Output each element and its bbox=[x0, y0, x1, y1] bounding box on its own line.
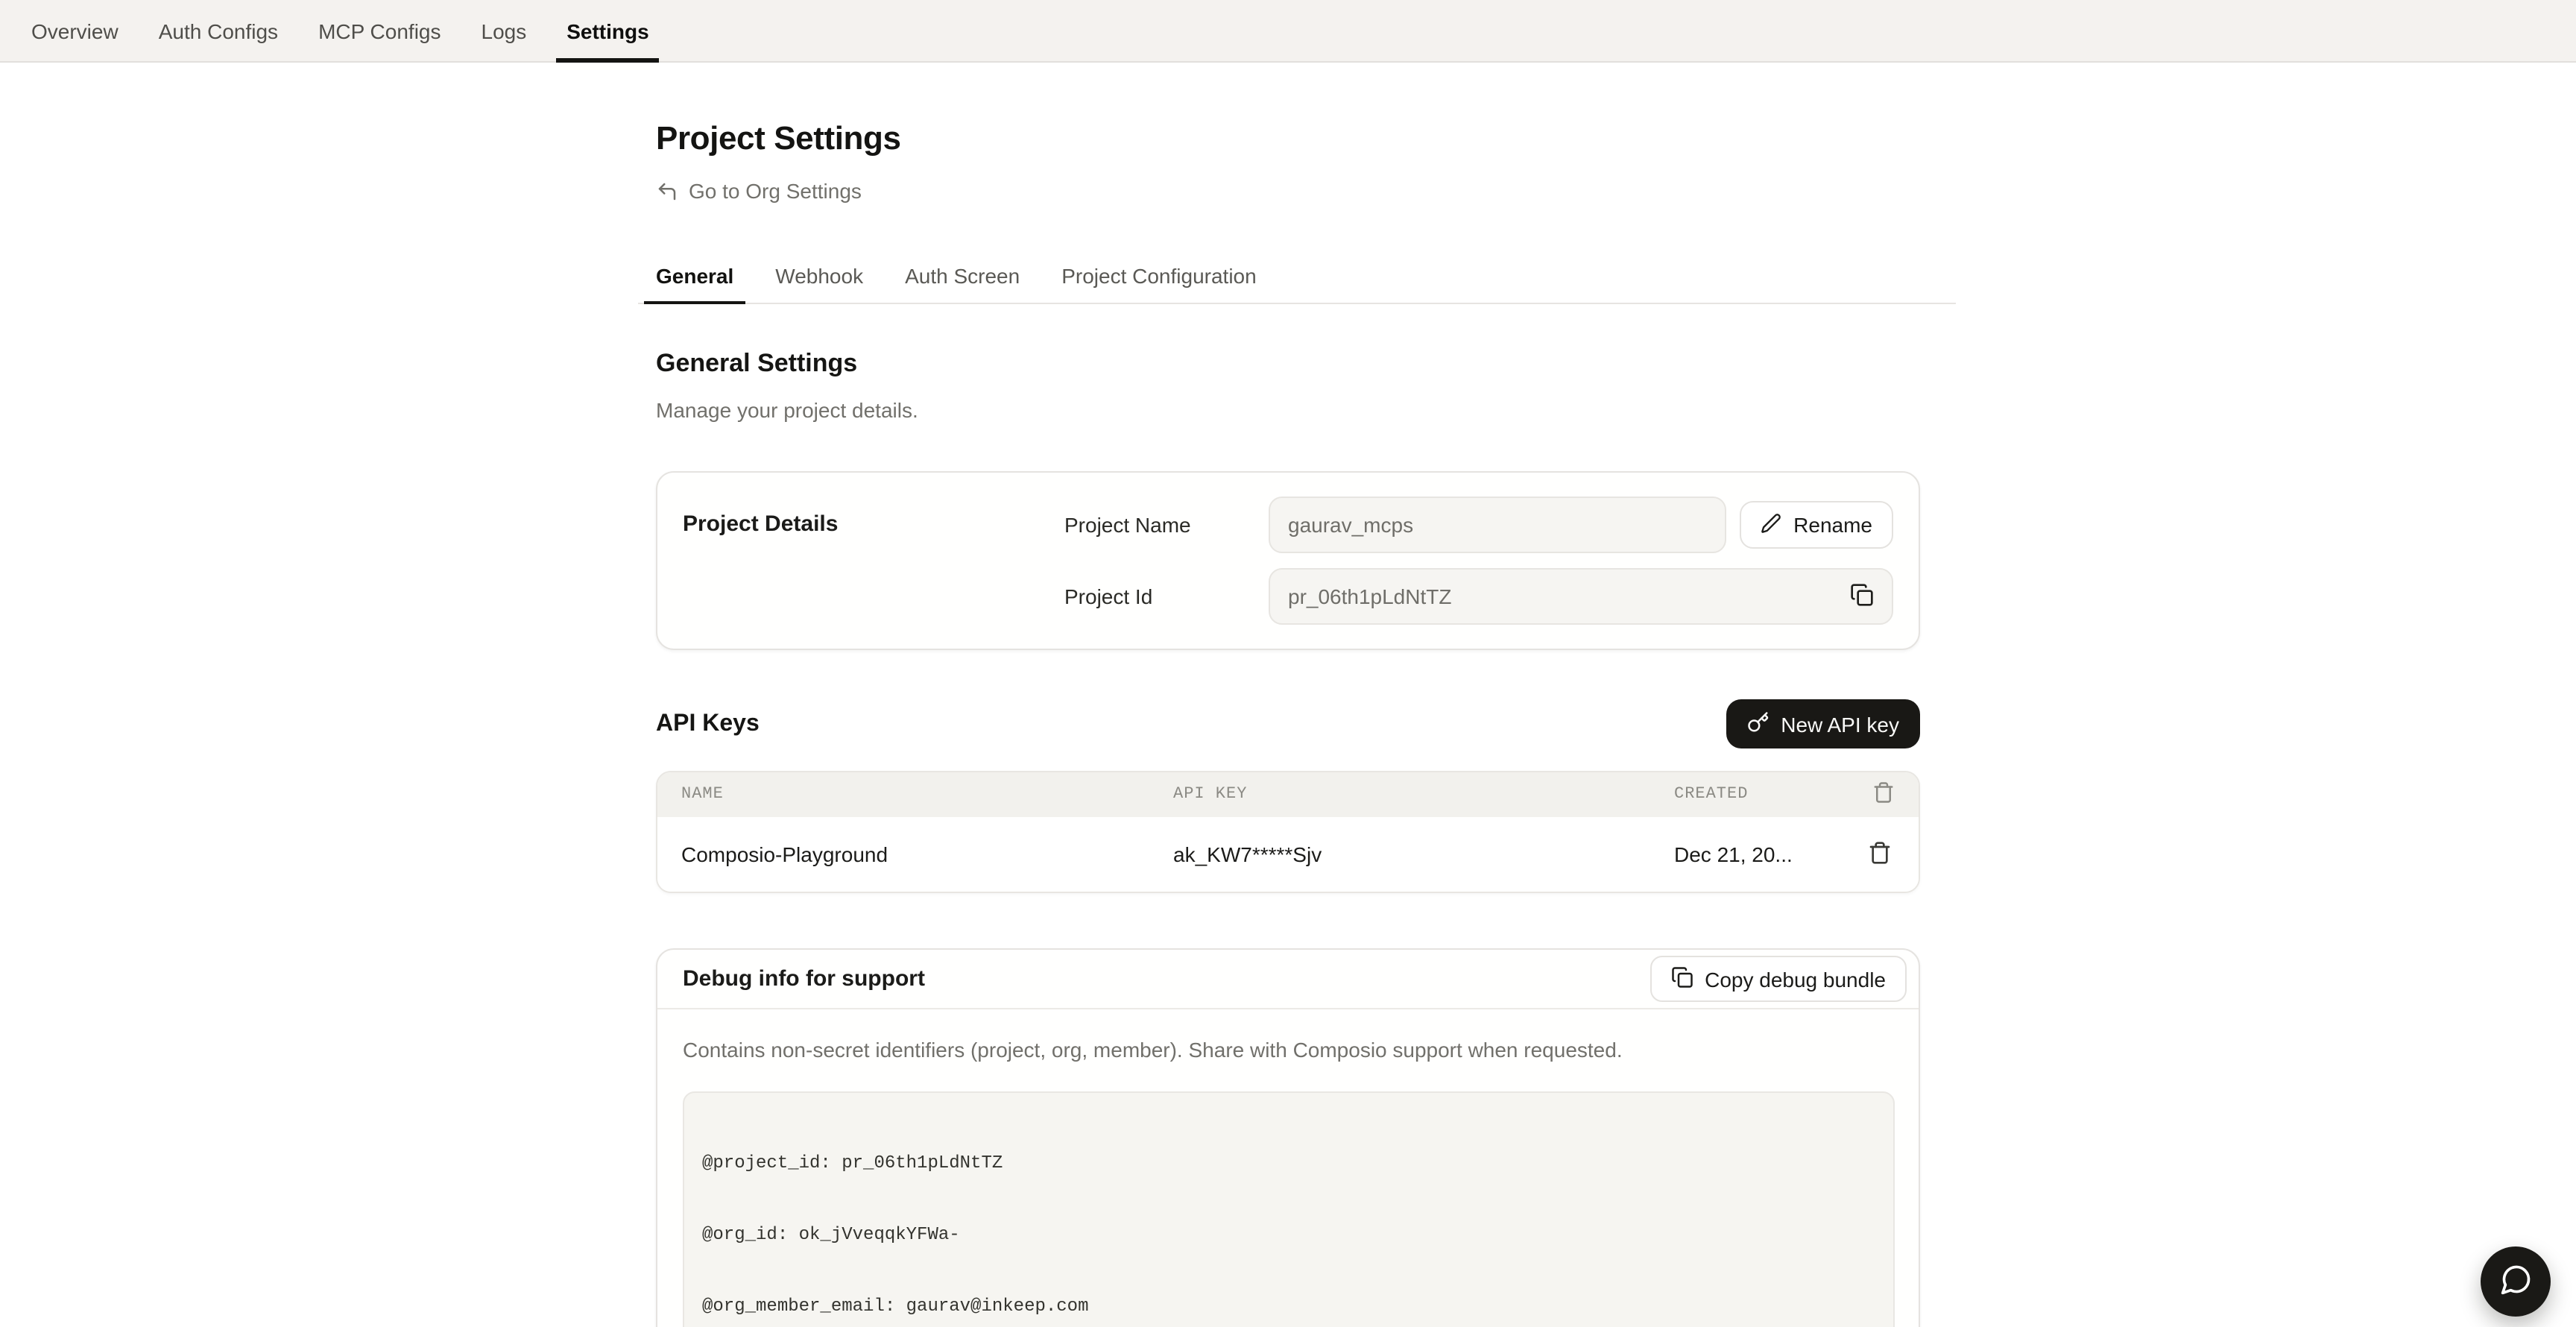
settings-subtabs: General Webhook Auth Screen Project Conf… bbox=[638, 262, 1956, 304]
api-key-value-cell: ak_KW7*****Sjv bbox=[1173, 842, 1674, 866]
api-key-actions-cell bbox=[1865, 837, 1895, 871]
nav-tab-logs[interactable]: Logs bbox=[471, 0, 537, 61]
go-to-org-settings-link[interactable]: Go to Org Settings bbox=[656, 177, 862, 206]
rename-button[interactable]: Rename bbox=[1740, 501, 1893, 549]
trash-icon bbox=[1872, 781, 1895, 809]
debug-line-org-id: @org_id: ok_jVveqqkYFWa- bbox=[702, 1223, 1875, 1246]
nav-tab-overview[interactable]: Overview bbox=[21, 0, 129, 61]
project-id-label: Project Id bbox=[1064, 584, 1269, 608]
trash-icon bbox=[1868, 840, 1892, 869]
nav-tab-auth-configs[interactable]: Auth Configs bbox=[148, 0, 288, 61]
copy-icon bbox=[1850, 582, 1874, 611]
column-header-created: CREATED bbox=[1674, 786, 1835, 804]
debug-description: Contains non-secret identifiers (project… bbox=[683, 1036, 1895, 1065]
api-keys-table: NAME API KEY CREATED Composio-Playground… bbox=[656, 771, 1920, 893]
project-name-input[interactable] bbox=[1269, 497, 1726, 553]
column-header-name: NAME bbox=[681, 786, 1173, 804]
copy-debug-bundle-button[interactable]: Copy debug bundle bbox=[1650, 956, 1907, 1002]
api-key-table-row: Composio-Playground ak_KW7*****Sjv Dec 2… bbox=[657, 817, 1919, 892]
copy-debug-bundle-label: Copy debug bundle bbox=[1705, 967, 1886, 991]
app-viewport: Overview Auth Configs MCP Configs Logs S… bbox=[0, 0, 2576, 1327]
debug-line-project-id: @project_id: pr_06th1pLdNtTZ bbox=[702, 1151, 1875, 1175]
api-keys-header: API Keys New API key bbox=[656, 699, 1920, 748]
rename-button-label: Rename bbox=[1793, 513, 1872, 537]
api-key-created-cell: Dec 21, 20... bbox=[1674, 842, 1835, 866]
debug-line-org-member-email: @org_member_email: gaurav@inkeep.com bbox=[702, 1294, 1875, 1318]
subtab-project-configuration[interactable]: Project Configuration bbox=[1049, 262, 1269, 303]
top-nav: Overview Auth Configs MCP Configs Logs S… bbox=[0, 0, 2576, 63]
debug-card-body: Contains non-secret identifiers (project… bbox=[657, 1009, 1919, 1327]
key-icon bbox=[1746, 710, 1769, 737]
project-name-label: Project Name bbox=[1064, 513, 1269, 537]
column-header-api-key: API KEY bbox=[1173, 786, 1674, 804]
debug-card-title: Debug info for support bbox=[683, 966, 925, 992]
project-id-row: Project Id bbox=[1064, 568, 1893, 625]
subtab-webhook[interactable]: Webhook bbox=[763, 262, 875, 303]
project-name-row: Project Name Rename bbox=[1064, 497, 1893, 553]
project-details-title: Project Details bbox=[683, 497, 1064, 625]
page-title: Project Settings bbox=[656, 119, 1920, 158]
general-settings-heading: General Settings bbox=[656, 347, 1920, 380]
subtab-general[interactable]: General bbox=[644, 262, 745, 303]
chat-bubble-icon bbox=[2499, 1263, 2532, 1300]
corner-up-left-icon bbox=[656, 180, 678, 203]
api-keys-table-header: NAME API KEY CREATED bbox=[657, 772, 1919, 817]
back-link-label: Go to Org Settings bbox=[689, 177, 862, 206]
project-details-card: Project Details Project Name Rename Proj… bbox=[656, 471, 1920, 650]
delete-api-key-button[interactable] bbox=[1865, 837, 1895, 871]
copy-icon bbox=[1670, 965, 1693, 992]
project-details-fields: Project Name Rename Project Id bbox=[1064, 497, 1893, 625]
pencil-icon bbox=[1761, 512, 1781, 538]
project-id-input[interactable] bbox=[1269, 568, 1893, 625]
nav-tab-mcp-configs[interactable]: MCP Configs bbox=[308, 0, 451, 61]
new-api-key-button[interactable]: New API key bbox=[1726, 699, 1920, 748]
api-keys-heading: API Keys bbox=[656, 710, 760, 737]
debug-card-header: Debug info for support Copy debug bundle bbox=[657, 950, 1919, 1009]
chat-fab-button[interactable] bbox=[2481, 1246, 2551, 1317]
debug-bundle-code-block: @project_id: pr_06th1pLdNtTZ @org_id: ok… bbox=[683, 1091, 1895, 1327]
subtab-auth-screen[interactable]: Auth Screen bbox=[893, 262, 1032, 303]
main-content: Project Settings Go to Org Settings Gene… bbox=[656, 63, 1920, 1327]
nav-tab-settings[interactable]: Settings bbox=[556, 0, 659, 61]
general-settings-subtitle: Manage your project details. bbox=[656, 397, 1920, 425]
column-header-actions bbox=[1872, 781, 1895, 809]
project-id-input-wrap bbox=[1269, 568, 1893, 625]
api-key-name-cell: Composio-Playground bbox=[681, 842, 1173, 866]
copy-project-id-button[interactable] bbox=[1844, 579, 1880, 614]
debug-info-card: Debug info for support Copy debug bundle… bbox=[656, 948, 1920, 1327]
new-api-key-label: New API key bbox=[1781, 712, 1899, 736]
